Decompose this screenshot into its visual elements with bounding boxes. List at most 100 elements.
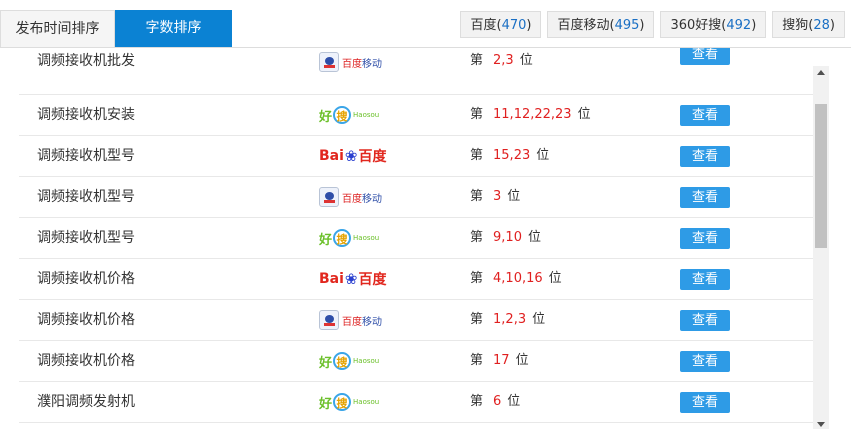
rank-prefix: 第 xyxy=(470,394,484,409)
keyword: 调频接收机批发 xyxy=(37,53,135,69)
keyword: 调频接收机价格 xyxy=(37,271,135,287)
table-row: 调频接收机安装 好搜 Haosou 第 11,12,22,23 位 查看 xyxy=(19,95,813,136)
logo-text: 百度 xyxy=(358,149,387,165)
logo-text: 好 xyxy=(319,396,333,412)
keyword: 调频接收机型号 xyxy=(37,148,135,164)
view-button[interactable]: 查看 xyxy=(680,269,730,290)
keyword: 调频接收机安装 xyxy=(37,107,135,123)
haosou-logo: 好搜 Haosou xyxy=(319,106,379,125)
table-row: 濮阳调频发射机 好搜 Haosou 第 6 位 查看 xyxy=(19,382,813,423)
table-row: 调频接收机批发 百度移动 第 2,3 位 查看 xyxy=(19,48,813,95)
scroll-down-icon[interactable] xyxy=(817,422,825,427)
rank-suffix: 位 xyxy=(577,107,591,122)
filter-count: 495 xyxy=(614,18,640,33)
logo-text: Haosou xyxy=(353,234,380,242)
logo-text: 百度 xyxy=(342,193,362,205)
table-row: 调频接收机价格 百度移动 第 1,2,3 位 查看 xyxy=(19,300,813,341)
haosou-logo: 好搜 Haosou xyxy=(319,393,379,412)
baidu-logo: Bai ❀ 百度 xyxy=(319,146,387,166)
filter-baidu-mobile[interactable]: 百度移动(495) xyxy=(547,11,655,38)
rank-positions: 15,23 xyxy=(493,148,531,163)
rank-prefix: 第 xyxy=(470,53,484,68)
logo-text: 搜 xyxy=(333,229,352,247)
logo-text: 百度 xyxy=(342,316,362,328)
filter-baidu[interactable]: 百度(470) xyxy=(460,11,542,38)
engine-cell: 百度移动 xyxy=(319,50,382,74)
scroll-thumb[interactable] xyxy=(815,104,827,248)
rank-cell: 第3位 xyxy=(470,177,520,217)
view-button[interactable]: 查看 xyxy=(680,105,730,126)
rank-positions: 4,10,16 xyxy=(493,271,543,286)
keyword: 濮阳调频发射机 xyxy=(37,394,135,410)
rank-prefix: 第 xyxy=(470,312,484,327)
filter-name: 百度 xyxy=(470,18,497,33)
rank-prefix: 第 xyxy=(470,148,484,163)
baidu-paw-icon xyxy=(319,310,339,330)
tab-sort-by-time[interactable]: 发布时间排序 xyxy=(0,10,115,47)
view-button[interactable]: 查看 xyxy=(680,146,730,167)
rank-suffix: 位 xyxy=(507,394,521,409)
keyword: 调频接收机型号 xyxy=(37,189,135,205)
table-row: 调频接收机型号 好搜 Haosou 第 9,10 位 查看 xyxy=(19,218,813,259)
logo-text: 百度 xyxy=(358,272,387,288)
view-button[interactable]: 查看 xyxy=(680,392,730,413)
rank-cell: 第 1,2,3 位 xyxy=(470,300,545,340)
filter-sogou[interactable]: 搜狗(28) xyxy=(772,11,845,38)
rank-positions: 11,12,22,23 xyxy=(493,107,572,122)
logo-text: Bai xyxy=(319,148,344,164)
rank-cell: 第 9,10 位 xyxy=(470,218,541,258)
filter-count: 492 xyxy=(726,18,752,33)
table-row: 调频接收机型号 百度移动 第 3 位 查看 xyxy=(19,177,813,218)
rank-cell: 第 2,3 位 xyxy=(470,48,533,74)
rank-suffix: 位 xyxy=(507,189,521,204)
logo-text: 好 xyxy=(319,232,333,248)
logo-text: 移动 xyxy=(362,58,382,70)
view-button[interactable]: 查看 xyxy=(680,48,730,65)
engine-filters: 百度(470) 百度移动(495) 360好搜(492) 搜狗(28) xyxy=(460,11,845,38)
rank-positions: 2,3 xyxy=(493,53,514,68)
logo-text: 好 xyxy=(319,355,333,371)
filter-name: 搜狗 xyxy=(782,18,809,33)
rank-cell: 第 17 位 xyxy=(470,341,529,381)
engine-cell: 好搜 Haosou xyxy=(319,103,379,127)
table-row: 调频接收机型号 Bai ❀ 百度 第 15,23 位 查看 xyxy=(19,136,813,177)
rank-positions: 9,10 xyxy=(493,230,522,245)
baidu-paw-icon: ❀ xyxy=(344,270,358,288)
logo-text: 好 xyxy=(319,109,333,125)
rank-positions: 17 xyxy=(493,353,510,368)
table-row: 调频接收机价格 Bai ❀ 百度 第 4,10,16 位 查看 xyxy=(19,259,813,300)
filter-count: 470 xyxy=(501,18,527,33)
logo-text: 移动 xyxy=(362,193,382,205)
view-button[interactable]: 查看 xyxy=(680,310,730,331)
rank-cell: 第 15,23 位 xyxy=(470,136,549,176)
engine-cell: 好搜 Haosou xyxy=(319,390,379,414)
baidu-logo: Bai ❀ 百度 xyxy=(319,269,387,289)
rank-prefix: 第 xyxy=(470,353,484,368)
scrollbar[interactable] xyxy=(813,66,829,429)
filter-name: 360好搜 xyxy=(670,18,722,33)
sort-tabs: 发布时间排序 字数排序 百度(470) 百度移动(495) 360好搜(492)… xyxy=(0,0,851,48)
logo-text: 搜 xyxy=(333,352,352,370)
rank-suffix: 位 xyxy=(515,353,529,368)
rank-cell: 第6位 xyxy=(470,382,520,422)
rank-prefix: 第 xyxy=(470,107,484,122)
filter-count: 28 xyxy=(813,18,830,33)
baidu-mobile-logo: 百度移动 xyxy=(319,52,382,72)
filter-360-haosou[interactable]: 360好搜(492) xyxy=(660,11,767,38)
baidu-paw-icon xyxy=(319,52,339,72)
scroll-up-icon[interactable] xyxy=(817,70,825,75)
rank-prefix: 第 xyxy=(470,189,484,204)
rank-prefix: 第 xyxy=(470,230,484,245)
logo-text: Haosou xyxy=(353,111,380,119)
view-button[interactable]: 查看 xyxy=(680,228,730,249)
logo-text: 百度 xyxy=(342,58,362,70)
logo-text: 移动 xyxy=(362,316,382,328)
haosou-logo: 好搜 Haosou xyxy=(319,352,379,371)
logo-text: 搜 xyxy=(333,106,352,124)
table-row: 调频接收机价格 好搜 Haosou 第 17 位 查看 xyxy=(19,341,813,382)
rank-suffix: 位 xyxy=(532,312,546,327)
view-button[interactable]: 查看 xyxy=(680,187,730,208)
view-button[interactable]: 查看 xyxy=(680,351,730,372)
keyword: 调频接收机价格 xyxy=(37,353,135,369)
tab-sort-by-length[interactable]: 字数排序 xyxy=(115,10,232,47)
